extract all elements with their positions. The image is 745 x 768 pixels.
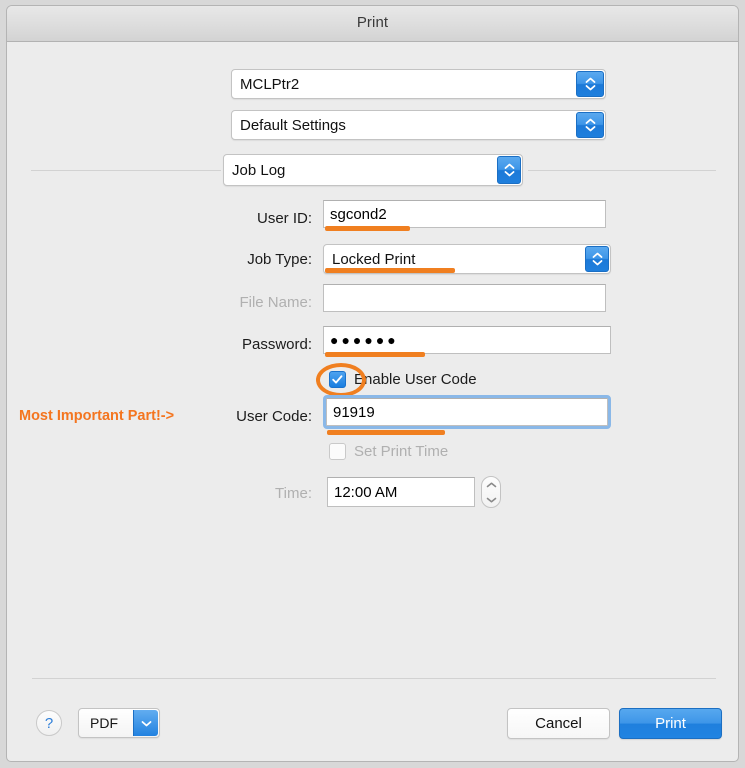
- time-value: 12:00 AM: [334, 483, 398, 501]
- chevron-down-icon[interactable]: [133, 710, 158, 736]
- updown-chevrons-icon[interactable]: [497, 156, 521, 184]
- set-print-time-checkbox[interactable]: [329, 443, 346, 460]
- chevron-down-icon: [504, 171, 514, 177]
- user-code-label: User Code:: [236, 408, 312, 425]
- chevron-down-icon: [486, 497, 496, 502]
- pdf-button-label: PDF: [90, 715, 118, 731]
- annotation-ellipse-checkbox: [316, 363, 366, 397]
- chevron-up-icon: [592, 252, 602, 258]
- chevron-down-icon: [585, 126, 595, 132]
- question-mark-icon: ?: [44, 714, 54, 732]
- print-dialog-window: Print Printer: MCLPtr2 Presets: Default …: [6, 5, 739, 762]
- annotation-underline-user-id: [325, 226, 410, 231]
- annotation-underline-user-code: [327, 430, 445, 435]
- separator-left: [31, 170, 221, 171]
- job-type-label: Job Type:: [247, 251, 312, 268]
- printer-popup-button[interactable]: MCLPtr2: [231, 69, 606, 99]
- printer-popup-value: MCLPtr2: [240, 75, 300, 93]
- cancel-button-label: Cancel: [535, 715, 582, 732]
- user-id-label: User ID:: [256, 210, 312, 227]
- cancel-button[interactable]: Cancel: [507, 708, 610, 739]
- time-input[interactable]: 12:00 AM: [327, 477, 475, 507]
- presets-popup-button[interactable]: Default Settings: [231, 110, 606, 140]
- pdf-button[interactable]: PDF: [78, 708, 160, 738]
- user-code-input[interactable]: 91919: [326, 398, 608, 426]
- chevron-down-icon: [592, 260, 602, 266]
- window-titlebar: Print: [7, 6, 738, 42]
- chevron-down-glyph: [141, 720, 151, 726]
- help-button[interactable]: ?: [36, 710, 62, 736]
- separator-right: [528, 170, 716, 171]
- print-button-label: Print: [655, 715, 686, 732]
- password-value: ●●●●●●: [330, 332, 399, 348]
- footer-separator: [32, 678, 716, 679]
- file-name-label: File Name:: [239, 294, 312, 311]
- pane-selector-popup[interactable]: Job Log: [223, 154, 523, 186]
- print-button[interactable]: Print: [619, 708, 722, 739]
- annotation-underline-job-type: [325, 268, 455, 273]
- job-type-value: Locked Print: [332, 250, 416, 268]
- chevron-down-icon: [585, 85, 595, 91]
- updown-chevrons-icon[interactable]: [585, 246, 609, 272]
- presets-popup-value: Default Settings: [240, 116, 346, 134]
- window-title: Print: [356, 14, 389, 31]
- chevron-up-icon: [504, 163, 514, 169]
- annotation-underline-password: [325, 352, 425, 357]
- set-print-time-label[interactable]: Set Print Time: [354, 443, 448, 460]
- chevron-up-icon: [585, 77, 595, 83]
- updown-chevrons-icon[interactable]: [576, 71, 604, 97]
- user-code-value: 91919: [333, 403, 375, 421]
- time-stepper[interactable]: [481, 476, 501, 508]
- user-id-value: sgcond2: [330, 205, 387, 223]
- updown-chevrons-icon[interactable]: [576, 112, 604, 138]
- file-name-input[interactable]: [323, 284, 606, 312]
- user-id-input[interactable]: sgcond2: [323, 200, 606, 228]
- chevron-up-icon: [486, 481, 496, 487]
- pane-selector-value: Job Log: [232, 161, 286, 179]
- password-input[interactable]: ●●●●●●: [323, 326, 611, 354]
- chevron-up-icon: [585, 118, 595, 124]
- enable-user-code-label[interactable]: Enable User Code: [354, 371, 477, 388]
- password-label: Password:: [241, 336, 312, 353]
- time-label: Time:: [275, 485, 312, 502]
